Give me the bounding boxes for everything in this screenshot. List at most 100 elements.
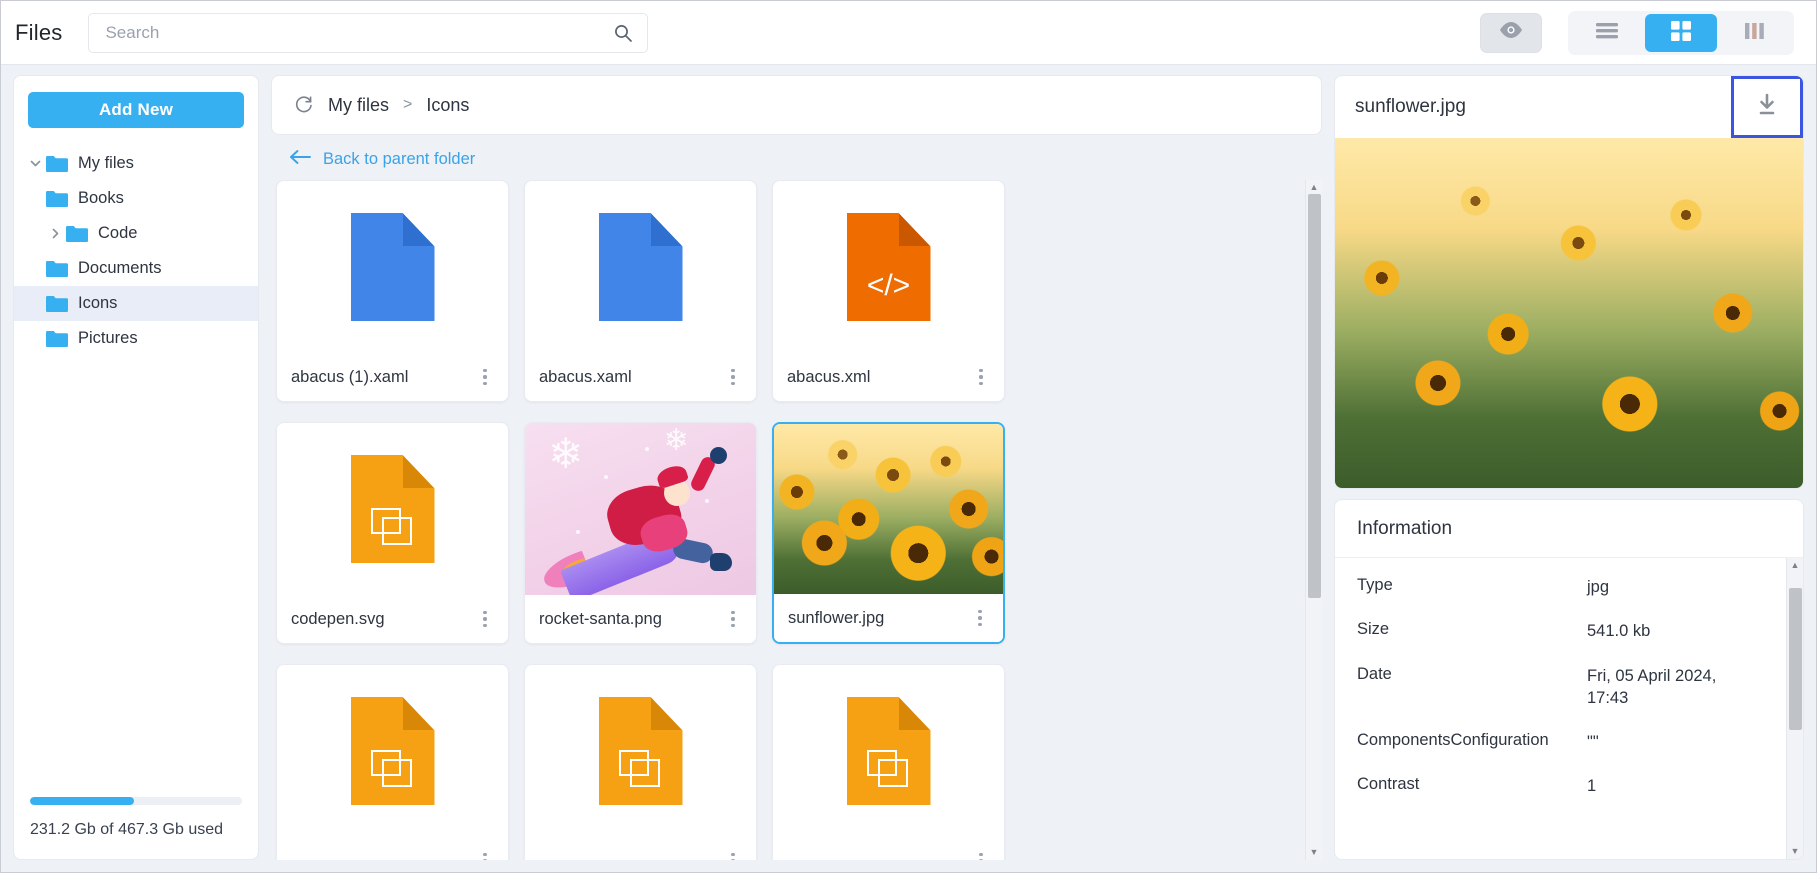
- preview-toggle-button[interactable]: [1480, 13, 1542, 53]
- file-thumbnail: ❄ ❄: [525, 423, 756, 595]
- image-stack-glyph: [351, 500, 435, 555]
- kebab-menu-icon[interactable]: [722, 606, 744, 632]
- file-tile-footer: [277, 837, 508, 860]
- search-input[interactable]: [89, 14, 613, 52]
- file-tile[interactable]: [276, 664, 509, 860]
- file-tile-footer: sunflower.jpg: [774, 594, 1003, 642]
- chevron-right-icon[interactable]: [44, 227, 66, 240]
- info-row-date: Date Fri, 05 April 2024, 17:43: [1357, 665, 1763, 732]
- storage-usage-text: 231.2 Gb of 467.3 Gb used: [30, 821, 242, 839]
- kebab-menu-icon[interactable]: [722, 364, 744, 390]
- folder-icon: [46, 330, 68, 347]
- info-value: 541.0 kb: [1587, 620, 1763, 642]
- file-name: sunflower.jpg: [788, 609, 963, 628]
- sidebar-item-code[interactable]: Code: [14, 216, 258, 251]
- scroll-up-arrow-icon[interactable]: ▲: [1791, 561, 1800, 570]
- add-new-button[interactable]: Add New: [28, 92, 244, 128]
- sidebar-item-my-files[interactable]: My files: [14, 146, 258, 181]
- rocket-santa-thumbnail-image: ❄ ❄: [525, 423, 756, 595]
- chevron-down-icon[interactable]: [24, 157, 46, 170]
- info-value: Fri, 05 April 2024, 17:43: [1587, 665, 1737, 710]
- view-btn-columns[interactable]: [1719, 14, 1791, 52]
- folder-icon: [46, 260, 68, 277]
- sidebar-item-label: My files: [78, 154, 134, 173]
- storage-section: 231.2 Gb of 467.3 Gb used: [14, 797, 258, 859]
- view-btn-grid[interactable]: [1645, 14, 1717, 52]
- file-thumbnail: [774, 424, 1003, 594]
- scroll-down-arrow-icon[interactable]: ▼: [1791, 847, 1800, 856]
- kebab-menu-icon[interactable]: [970, 364, 992, 390]
- scroll-up-arrow-icon[interactable]: ▲: [1310, 183, 1319, 192]
- breadcrumb-item-icons[interactable]: Icons: [426, 95, 469, 116]
- scrollbar-track[interactable]: [1789, 572, 1802, 845]
- files-pane: Back to parent folder: [271, 143, 1322, 860]
- kebab-menu-icon[interactable]: [969, 605, 991, 631]
- information-scrollbar[interactable]: ▲ ▼: [1786, 558, 1803, 859]
- kebab-menu-icon[interactable]: [474, 848, 496, 860]
- sidebar-item-documents[interactable]: Documents: [14, 251, 258, 286]
- kebab-menu-icon[interactable]: [474, 606, 496, 632]
- information-rows: Type jpg Size 541.0 kb Date Fri, 05 Apri…: [1335, 558, 1803, 820]
- image-file-icon: [599, 697, 683, 805]
- scrollbar-thumb[interactable]: [1789, 588, 1802, 730]
- preview-header: sunflower.jpg: [1335, 76, 1803, 138]
- sidebar-item-icons[interactable]: Icons: [14, 286, 258, 321]
- preview-image: [1335, 138, 1803, 488]
- file-thumbnail: [277, 423, 508, 595]
- file-grid: abacus (1).xaml: [271, 180, 1300, 860]
- sidebar-item-label: Documents: [78, 259, 161, 278]
- file-tile[interactable]: [524, 664, 757, 860]
- info-key: Date: [1357, 665, 1587, 710]
- view-btn-list[interactable]: [1571, 14, 1643, 52]
- info-row-contrast: Contrast 1: [1357, 775, 1763, 819]
- sidebar-item-pictures[interactable]: Pictures: [14, 321, 258, 356]
- breadcrumb-item-my-files[interactable]: My files: [328, 95, 389, 116]
- kebab-menu-icon[interactable]: [970, 848, 992, 860]
- storage-bar-track: [30, 797, 242, 805]
- search-field[interactable]: [88, 13, 648, 53]
- top-toolbar: Files: [1, 1, 1816, 65]
- image-file-icon: [351, 697, 435, 805]
- breadcrumb-separator: >: [403, 96, 412, 114]
- image-stack-glyph: [351, 742, 435, 797]
- info-row-type: Type jpg: [1357, 576, 1763, 620]
- scrollbar-thumb[interactable]: [1308, 194, 1321, 598]
- kebab-menu-icon[interactable]: [474, 364, 496, 390]
- file-tile[interactable]: [772, 664, 1005, 860]
- scroll-down-arrow-icon[interactable]: ▼: [1310, 848, 1319, 857]
- file-name: rocket-santa.png: [539, 610, 716, 629]
- file-thumbnail: [277, 181, 508, 353]
- refresh-icon[interactable]: [294, 95, 314, 115]
- back-to-parent-link[interactable]: Back to parent folder: [271, 143, 1322, 180]
- information-heading: Information: [1335, 500, 1803, 558]
- kebab-menu-icon[interactable]: [722, 848, 744, 860]
- grid-view-icon: [1669, 19, 1693, 46]
- columns-view-icon: [1743, 21, 1767, 44]
- file-thumbnail: [525, 665, 756, 837]
- info-value: "": [1587, 731, 1763, 753]
- search-icon[interactable]: [613, 23, 647, 43]
- download-button[interactable]: [1731, 76, 1803, 138]
- file-tile[interactable]: ❄ ❄: [524, 422, 757, 644]
- info-key: ComponentsConfiguration: [1357, 731, 1587, 753]
- file-tile-footer: [525, 837, 756, 860]
- scrollbar-track[interactable]: [1308, 194, 1321, 846]
- information-body: Type jpg Size 541.0 kb Date Fri, 05 Apri…: [1335, 558, 1803, 859]
- file-tile[interactable]: abacus.xaml: [524, 180, 757, 402]
- file-grid-scrollbar[interactable]: ▲ ▼: [1305, 180, 1322, 860]
- file-tile-selected[interactable]: sunflower.jpg: [772, 422, 1005, 644]
- file-tile[interactable]: abacus (1).xaml: [276, 180, 509, 402]
- file-tile[interactable]: codepen.svg: [276, 422, 509, 644]
- sidebar: Add New My files Books: [13, 75, 259, 860]
- eye-icon: [1498, 21, 1524, 44]
- file-tile-footer: abacus.xaml: [525, 353, 756, 401]
- info-value: 1: [1587, 775, 1763, 797]
- file-name: codepen.svg: [291, 610, 468, 629]
- file-name: abacus (1).xaml: [291, 368, 468, 387]
- image-file-icon: [847, 697, 931, 805]
- info-value: jpg: [1587, 576, 1763, 598]
- sidebar-item-books[interactable]: Books: [14, 181, 258, 216]
- center-pane: My files > Icons Back to parent folder: [271, 75, 1322, 860]
- file-tile[interactable]: </> abacus.xml: [772, 180, 1005, 402]
- document-file-icon: [599, 213, 683, 321]
